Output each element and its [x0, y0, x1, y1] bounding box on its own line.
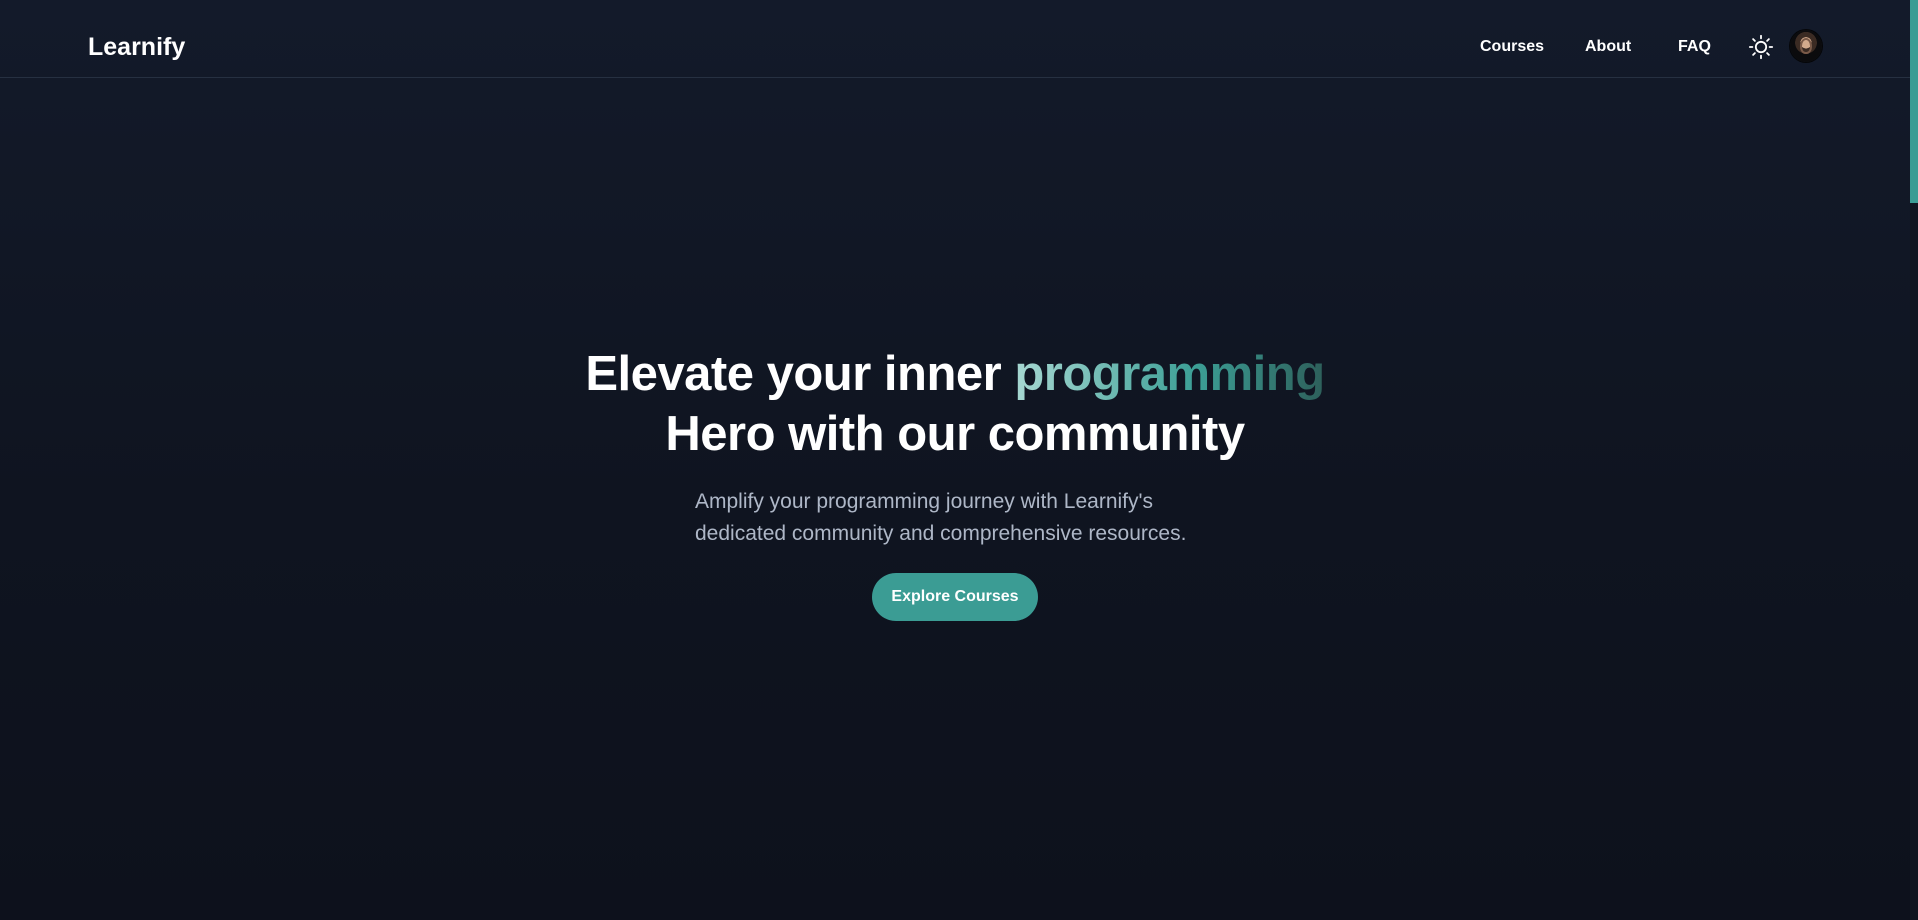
hero-title-suffix: Hero with our community	[665, 407, 1245, 461]
hero-subtitle: Amplify your programming journey with Le…	[695, 486, 1235, 550]
hero-title: Elevate your inner programming Hero with…	[560, 344, 1350, 464]
landing-page: Learnify Courses About FAQ Elevate your …	[0, 0, 1918, 920]
hero-subtitle-line-2: dedicated community and comprehensive re…	[695, 522, 1187, 545]
hero-title-prefix: Elevate your inner	[585, 347, 1015, 401]
explore-courses-button[interactable]: Explore Courses	[872, 573, 1038, 621]
hero-title-highlight: programming	[1014, 347, 1325, 401]
hero-subtitle-line-1: Amplify your programming journey with Le…	[695, 490, 1154, 513]
scrollbar-thumb[interactable]	[1910, 0, 1918, 203]
hero-section: Elevate your inner programming Hero with…	[0, 0, 1910, 920]
page-scrollbar[interactable]	[1910, 0, 1918, 920]
